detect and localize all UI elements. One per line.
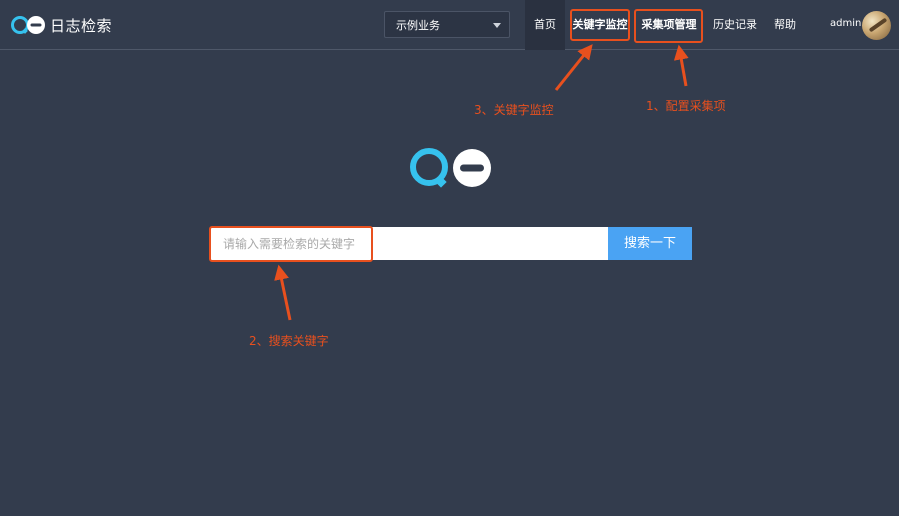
annotation-step3: 3、关键字监控 (474, 103, 554, 117)
annotation-step1: 1、配置采集项 (646, 99, 726, 113)
arrow-step2 (274, 264, 292, 321)
annotation-arrows (274, 44, 689, 321)
annotation-step2: 2、搜索关键字 (249, 334, 329, 348)
arrow-step3 (554, 44, 593, 91)
arrow-step1 (673, 44, 689, 87)
